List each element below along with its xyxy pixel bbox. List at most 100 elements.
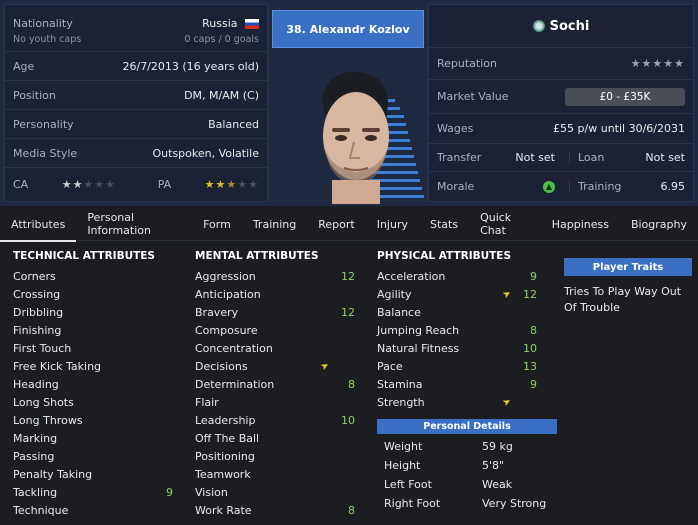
personal-detail-label: Right Foot [384,497,441,510]
attribute-row[interactable]: Natural Fitness 10 [377,339,537,357]
attribute-row[interactable]: Pace 13 [377,357,537,375]
attribute-name: Anticipation [195,287,261,301]
personal-detail-label: Weight [384,440,423,453]
attribute-name: Long Throws [13,413,83,427]
attribute-row[interactable]: Balance [377,303,537,321]
attribute-row[interactable]: Long Shots [13,393,173,411]
tab-biography[interactable]: Biography [620,208,698,241]
attribute-row[interactable]: Vision [195,483,355,501]
player-name-button[interactable]: 38. Alexandr Kozlov [272,10,424,48]
physical-title: PHYSICAL ATTRIBUTES [377,250,512,262]
tab-injury[interactable]: Injury [366,208,419,241]
personality-label: Personality [13,117,74,131]
attribute-row[interactable]: Jumping Reach 8 [377,321,537,339]
personal-detail-row: Weight 59 kg [384,440,564,453]
attribute-row[interactable]: Flair [195,393,355,411]
club-row[interactable]: Sochi [429,5,693,47]
attribute-name: Acceleration [377,269,446,283]
attribute-value-group: 10 [335,414,355,427]
attribute-value-group: 9 [517,378,537,391]
tab-quick-chat[interactable]: Quick Chat [469,208,541,241]
attribute-row[interactable]: Concentration [195,339,355,357]
market-value-label: Market Value [437,90,509,103]
attribute-row[interactable]: Agility ➤ 12 [377,285,537,303]
attribute-row[interactable]: Technique [13,501,173,519]
tab-stats[interactable]: Stats [419,208,469,241]
attribute-row[interactable]: Positioning [195,447,355,465]
attribute-row[interactable]: Anticipation [195,285,355,303]
attribute-row[interactable]: Composure [195,321,355,339]
tab-personal-information[interactable]: Personal Information [76,208,192,241]
personal-details-header[interactable]: Personal Details [377,419,557,434]
attribute-row[interactable]: Dribbling [13,303,173,321]
player-traits-header[interactable]: Player Traits [564,258,692,276]
attribute-row[interactable]: Teamwork [195,465,355,483]
personal-detail-row: Right Foot Very Strong [384,497,564,510]
attribute-name: Balance [377,305,421,319]
attribute-value: 10 [341,413,355,427]
attribute-name: Off The Ball [195,431,260,445]
media-style-value: Outspoken, Volatile [152,146,260,160]
player-trait-text: Tries To Play Way Out Of Trouble [564,285,682,314]
tab-form[interactable]: Form [192,208,242,241]
age-row: Age 26/7/2013 (16 years old) [5,51,267,80]
attribute-row[interactable]: Heading [13,375,173,393]
ca-stars: ★★★★★ [61,178,117,191]
attribute-name: Strength [377,395,425,409]
attribute-name: Free Kick Taking [13,359,102,373]
trend-arrow-icon: ➤ [500,287,514,301]
attribute-name: Long Shots [13,395,74,409]
attribute-name: Marking [13,431,58,445]
attribute-value-group: ➤ [318,359,355,373]
attribute-name: Heading [13,377,59,391]
personal-detail-value: 59 kg [482,440,513,453]
profile-tabs: Attributes Personal Information Form Traini… [0,208,698,242]
attribute-row[interactable]: Corners [13,267,173,285]
attribute-name: Leadership [195,413,256,427]
tab-attributes[interactable]: Attributes [0,208,77,242]
attribute-row[interactable]: First Touch [13,339,173,357]
attribute-row[interactable]: Aggression 12 [195,267,355,285]
contract-info-panel: Sochi Reputation ★★★★★ Market Value £0 - … [428,4,694,202]
attribute-value: 12 [523,287,537,301]
personality-value: Balanced [208,117,259,131]
attribute-row[interactable]: Penalty Taking [13,465,173,483]
player-info-panel: Nationality No youth caps Russia 0 caps … [4,4,268,202]
wages-value: £55 p/w until 30/6/2031 [553,122,685,135]
tab-happiness[interactable]: Happiness [541,208,620,241]
attribute-value-group: 9 [153,486,173,499]
russia-flag-icon [245,19,259,29]
attribute-row[interactable]: Acceleration 9 [377,267,537,285]
attribute-row[interactable]: Tackling 9 [13,483,173,501]
attribute-value: 13 [523,359,537,373]
ability-row: CA ★★★★★ PA ★★★★★ [5,167,267,201]
age-value: 26/7/2013 (16 years old) [122,59,259,73]
personal-detail-row: Left Foot Weak [384,478,564,491]
attribute-row[interactable]: Free Kick Taking [13,357,173,375]
attribute-name: Natural Fitness [377,341,460,355]
attribute-name: Penalty Taking [13,467,93,481]
attribute-row[interactable]: Marking [13,429,173,447]
personal-detail-value: Very Strong [482,497,547,510]
attribute-row[interactable]: Bravery 12 [195,303,355,321]
attribute-row[interactable]: Passing [13,447,173,465]
attribute-row[interactable]: Determination 8 [195,375,355,393]
market-value-badge: £0 - £35K [565,87,685,106]
attribute-row[interactable]: Leadership 10 [195,411,355,429]
tab-report[interactable]: Report [307,208,365,241]
attribute-row[interactable]: Long Throws [13,411,173,429]
attribute-name: Decisions [195,359,248,373]
attribute-row[interactable]: Decisions ➤ [195,357,355,375]
personal-detail-value: 5'8" [482,459,505,472]
reputation-stars: ★★★★★ [630,57,685,70]
attribute-row[interactable]: Finishing [13,321,173,339]
personal-detail-label: Left Foot [384,478,432,491]
tab-training[interactable]: Training [242,208,307,241]
morale-icon: ▲ [543,180,555,193]
attribute-row[interactable]: Off The Ball [195,429,355,447]
attribute-row[interactable]: Strength ➤ [377,393,537,411]
attribute-row[interactable]: Work Rate 8 [195,501,355,519]
wages-row: Wages £55 p/w until 30/6/2031 [429,113,693,143]
attribute-row[interactable]: Stamina 9 [377,375,537,393]
attribute-row[interactable]: Crossing [13,285,173,303]
